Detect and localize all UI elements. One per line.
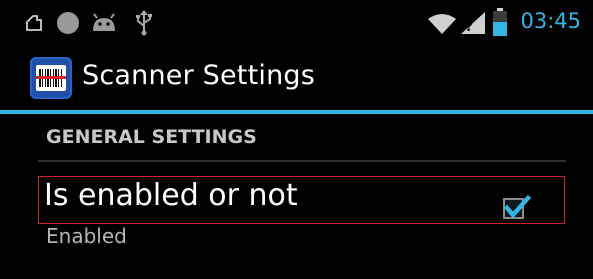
preference-title: Is enabled or not [44, 178, 298, 213]
barcode-scanner-app-icon[interactable] [30, 57, 72, 99]
checkmark-icon [503, 194, 532, 219]
notification-icon [24, 12, 44, 38]
wifi-icon [427, 13, 457, 39]
status-bar: ? 03:45 [0, 0, 593, 46]
circle-icon [56, 11, 80, 39]
page-title: Scanner Settings [82, 60, 315, 91]
enabled-checkbox[interactable] [503, 194, 532, 219]
usb-icon [134, 9, 154, 41]
action-bar-divider [0, 110, 593, 114]
category-title: GENERAL SETTINGS [46, 126, 257, 148]
battery-icon [493, 8, 507, 40]
signal-icon: ? [460, 11, 486, 39]
svg-text:?: ? [465, 19, 473, 35]
screen: ? 03:45 Scanner Settings GENERAL SETTING… [0, 0, 593, 279]
android-icon [90, 13, 118, 37]
action-bar: Scanner Settings [0, 46, 593, 110]
status-time: 03:45 [520, 9, 581, 33]
preference-summary: Enabled [46, 224, 127, 248]
category-divider [38, 160, 566, 162]
